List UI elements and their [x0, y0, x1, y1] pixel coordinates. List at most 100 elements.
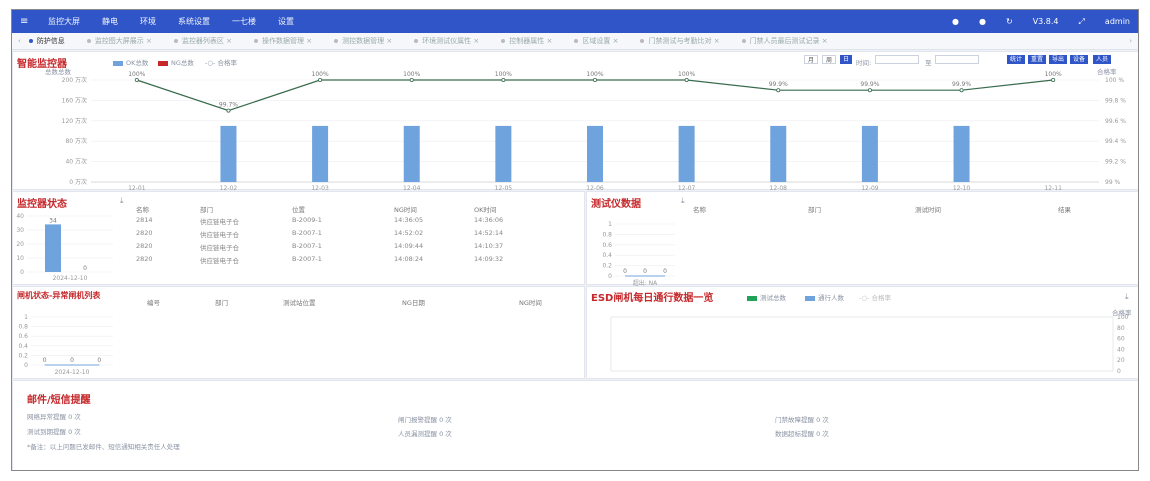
- y-tick-label: 0: [24, 362, 28, 369]
- tab-operation-data[interactable]: 操作数据管理 ×: [254, 36, 312, 46]
- tab-bar: ‹ 防护信息 监控图大屏展示 × 监控器列表区 × 操作数据管理 × 测控数据管…: [12, 33, 1138, 50]
- tab-dot-icon: [574, 39, 579, 43]
- nav-item-static[interactable]: 静电: [102, 16, 118, 27]
- chat-icon[interactable]: ●: [952, 17, 959, 26]
- column-header: 测试站位置: [283, 299, 316, 307]
- y-tick-label: 0.4: [18, 343, 28, 350]
- table-cell: 14:10:37: [474, 242, 504, 250]
- tab-monitor-screen[interactable]: 监控图大屏展示 ×: [86, 36, 152, 46]
- x-axis-label: 2024-12-10: [55, 369, 90, 376]
- nav-item-settings[interactable]: 设置: [278, 16, 294, 27]
- rate-point: [318, 77, 323, 82]
- tab-dot-icon: [28, 39, 33, 43]
- tab-monitor-list[interactable]: 监控器列表区 ×: [173, 36, 232, 46]
- tab-control-data[interactable]: 测控数据管理 ×: [334, 36, 392, 46]
- alert-data-exceed: 数据超标提醒 0 次: [775, 430, 829, 438]
- rate-data-label: 100%: [495, 71, 512, 78]
- rate-point: [959, 88, 964, 93]
- column-header: 结果: [1058, 206, 1071, 214]
- esd-daily-panel: ESD闸机每日通行数据一览 测试总数 通行人数 -○- 合格率 ⤓ 合格率 02…: [586, 286, 1138, 379]
- column-header: 部门: [200, 206, 213, 214]
- tab-dot-icon: [640, 39, 645, 43]
- menu-icon[interactable]: ≡: [20, 16, 34, 27]
- y-tick-label: 40 万次: [65, 158, 87, 166]
- table-cell: 2820: [136, 229, 153, 237]
- table-cell: B-2009-1: [292, 216, 322, 224]
- tab-env-tester[interactable]: 环境测试仪属性 ×: [414, 36, 479, 46]
- tab-gate-last-record[interactable]: 门禁人员最后测试记录 ×: [741, 36, 828, 46]
- smart-monitor-panel: 智能监控器 OK总数 NG总数 -○- 合格率 总数总数 合格率 月 周 日 时…: [12, 51, 1138, 192]
- tab-dot-icon: [254, 39, 258, 43]
- rate-data-label: 99.9%: [769, 81, 788, 88]
- table-cell: B-2007-1: [292, 255, 322, 263]
- rate-point: [867, 88, 872, 93]
- nav-item-environment[interactable]: 环境: [140, 16, 156, 27]
- y-tick-label: 0.2: [18, 352, 28, 359]
- tab-protection-info[interactable]: 防护信息: [28, 36, 65, 46]
- nav-item-dashboard[interactable]: 监控大屏: [48, 16, 80, 27]
- nav-item-floor[interactable]: 一七楼: [232, 16, 256, 27]
- column-header: NG时间: [519, 299, 542, 307]
- tab-scroll-right-icon[interactable]: ›: [1129, 37, 1132, 45]
- refresh-icon[interactable]: ↻: [1006, 17, 1013, 26]
- tester-data-panel: 测试仪数据 ⤓ 名称 部门 测试时间 结果 0 0.2 0.4 0.6 0.8 1 0 0 0 超…: [586, 191, 1138, 287]
- ok-bar: [861, 125, 878, 182]
- user-menu[interactable]: admin: [1105, 17, 1130, 26]
- y2-tick-label: 40: [1117, 346, 1125, 353]
- y-tick-label: 10: [16, 255, 24, 262]
- tab-dot-icon: [86, 39, 91, 43]
- rate-data-label: 100%: [312, 71, 329, 78]
- rate-data-label: 99.7%: [219, 102, 238, 109]
- table-cell: B-2007-1: [292, 242, 322, 250]
- y-tick-label: 40: [16, 213, 24, 220]
- column-header: NG日期: [402, 299, 425, 307]
- tab-gate-attendance[interactable]: 门禁测试与考勤比对 ×: [640, 36, 720, 46]
- nav-item-system-settings[interactable]: 系统设置: [178, 16, 210, 27]
- table-cell: 14:08:24: [394, 255, 424, 263]
- tab-area-settings[interactable]: 区域设置 ×: [574, 36, 618, 46]
- y2-tick-label: 99 %: [1105, 179, 1121, 186]
- table-cell: 2820: [136, 242, 153, 250]
- table-cell: B-2007-1: [292, 229, 322, 237]
- tab-dot-icon: [741, 39, 746, 43]
- rate-data-label: 99.9%: [860, 81, 879, 88]
- monitor-status-panel: 监控器状态 ⤓ 名称 部门 位置 NG时间 OK时间 2814 供应链电子仓 B-2…: [12, 191, 585, 285]
- mail-sms-title: 邮件/短信提醒: [27, 395, 91, 406]
- y-tick-label: 0.8: [602, 231, 612, 238]
- x-tick-label: 2024-12-10: [53, 275, 88, 282]
- y2-tick-label: 100: [1117, 314, 1129, 321]
- version-badge: V3.8.4: [1032, 17, 1059, 26]
- rate-point: [593, 77, 598, 82]
- y2-tick-label: 20: [1117, 357, 1125, 364]
- table-cell: 14:09:32: [474, 255, 504, 263]
- y-tick-label: 20: [16, 241, 24, 248]
- tab-scroll-left-icon[interactable]: ‹: [18, 37, 21, 45]
- rate-data-label: 100%: [1045, 71, 1062, 78]
- table-cell: 2820: [136, 255, 153, 263]
- tester-data-chart: 00.20.40.60.810 0 0超出: NA: [602, 221, 675, 287]
- y-tick-label: 0.6: [18, 333, 28, 340]
- ok-bar: [220, 125, 237, 182]
- y2-tick-label: 60: [1117, 336, 1125, 343]
- ok-bar: [495, 125, 512, 182]
- fullscreen-icon[interactable]: ⤢: [1079, 17, 1085, 27]
- browser-viewport: ≡ 监控大屏 静电 环境 系统设置 一七楼 设置 ● ● ↻ V3.8.4 ⤢ …: [11, 9, 1139, 471]
- y-tick-label: 0.6: [602, 242, 612, 249]
- rate-data-label: 100%: [128, 71, 145, 78]
- y-tick-label: 160 万次: [62, 96, 87, 104]
- point-label: 0: [663, 268, 667, 275]
- ok-bar: [587, 125, 603, 182]
- y2-tick-label: 99.4 %: [1105, 138, 1126, 145]
- message-icon[interactable]: ●: [979, 17, 986, 26]
- table-cell: 供应链电子仓: [200, 244, 239, 252]
- ok-bar: [403, 125, 420, 182]
- bar-data-label: 0: [83, 265, 87, 272]
- tab-dot-icon: [173, 39, 178, 43]
- rate-point: [501, 77, 506, 82]
- mail-note: *备注：以上问题已发邮件、短信通知相关责任人处理: [27, 443, 180, 451]
- column-header: 名称: [136, 206, 149, 214]
- table-cell: 14:36:06: [474, 216, 504, 224]
- column-header: 测试时间: [915, 206, 941, 214]
- tab-controller[interactable]: 控制器属性 ×: [501, 36, 552, 46]
- y2-tick-label: 99.8 %: [1105, 97, 1126, 104]
